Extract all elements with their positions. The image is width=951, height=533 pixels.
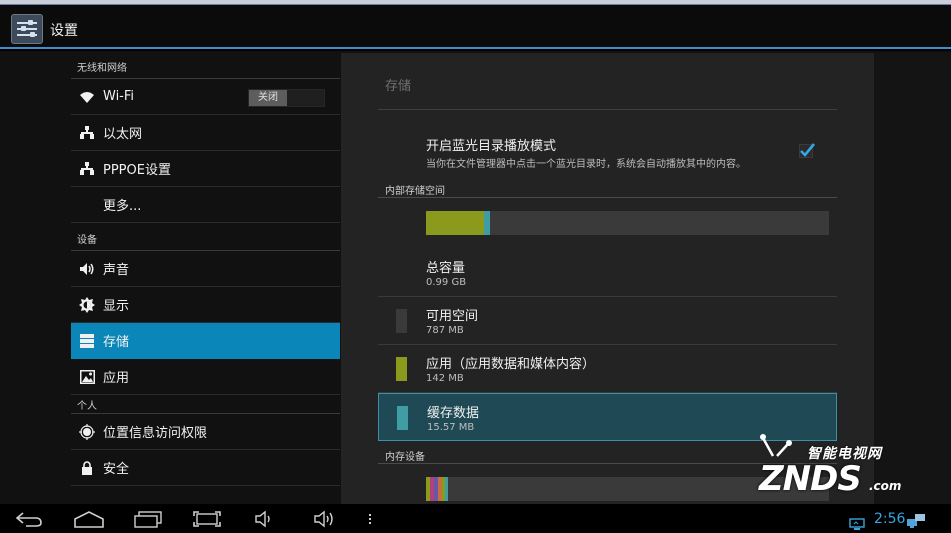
sidebar-item-label: Wi-Fi bbox=[103, 89, 135, 104]
sidebar-item-ethernet[interactable]: 以太网 bbox=[71, 115, 340, 151]
checkmark-icon bbox=[800, 143, 815, 157]
watermark-suffix: .com bbox=[869, 479, 902, 493]
toggle-state-label: 关闭 bbox=[249, 90, 287, 106]
stat-value: 0.99 GB bbox=[426, 277, 467, 288]
page-title: 存储 bbox=[385, 79, 412, 94]
wifi-icon bbox=[78, 88, 96, 106]
stat-title: 可用空间 bbox=[426, 309, 479, 324]
memory-device-header: 内存设备 bbox=[385, 452, 425, 463]
sidebar-item-label: PPPOE设置 bbox=[103, 163, 171, 178]
sidebar-item-label: 位置信息访问权限 bbox=[103, 426, 208, 441]
storage-row-apps[interactable]: 应用（应用数据和媒体内容） 142 MB bbox=[378, 345, 837, 393]
settings-sidebar: 无线和网络 Wi-Fi 关闭 以太网 PPPOE设置 更多... 设备 声音 显… bbox=[71, 51, 340, 504]
home-icon[interactable] bbox=[73, 510, 105, 528]
system-navigation-bar: 2:56 bbox=[0, 504, 951, 533]
storage-bar-apps-segment bbox=[426, 211, 484, 235]
wifi-toggle[interactable]: 关闭 bbox=[248, 89, 325, 107]
apps-icon bbox=[78, 368, 96, 386]
stat-title: 应用（应用数据和媒体内容） bbox=[426, 357, 596, 372]
sidebar-item-label: 存储 bbox=[103, 335, 130, 350]
sidebar-item-pppoe[interactable]: PPPOE设置 bbox=[71, 151, 340, 187]
storage-icon bbox=[78, 332, 96, 350]
sidebar-item-more[interactable]: 更多... bbox=[71, 187, 340, 223]
sidebar-item-location[interactable]: 位置信息访问权限 bbox=[71, 414, 340, 450]
znds-watermark: 智能电视网 ZNDS .com bbox=[737, 434, 912, 502]
stat-value: 15.57 MB bbox=[427, 422, 475, 433]
bluray-mode-title: 开启蓝光目录播放模式 bbox=[426, 139, 557, 154]
ethernet-icon bbox=[78, 160, 96, 178]
internal-storage-bar bbox=[426, 211, 829, 235]
bluray-mode-description: 当你在文件管理器中点击一个蓝光目录时，系统会自动播放其中的内容。 bbox=[426, 159, 746, 170]
sidebar-item-label: 以太网 bbox=[103, 127, 143, 142]
section-header-device: 设备 bbox=[71, 223, 340, 251]
stat-title: 缓存数据 bbox=[427, 406, 480, 421]
lock-icon bbox=[78, 459, 96, 477]
clock: 2:56 bbox=[874, 511, 906, 527]
sidebar-item-label: 声音 bbox=[103, 263, 130, 278]
sidebar-item-wifi[interactable]: Wi-Fi 关闭 bbox=[71, 79, 340, 115]
stat-value: 787 MB bbox=[426, 325, 464, 336]
app-title: 设置 bbox=[50, 23, 78, 39]
volume-up-icon[interactable] bbox=[313, 510, 339, 528]
internal-storage-header: 内部存储空间 bbox=[385, 186, 445, 197]
section-header-wireless: 无线和网络 bbox=[71, 51, 340, 79]
sidebar-item-display[interactable]: 显示 bbox=[71, 287, 340, 323]
volume-down-icon[interactable] bbox=[254, 510, 278, 528]
watermark-brand: ZNDS bbox=[759, 459, 862, 499]
sidebar-item-label: 显示 bbox=[103, 299, 130, 314]
network-icon bbox=[907, 514, 925, 528]
sidebar-item-label: 安全 bbox=[103, 462, 130, 477]
bluray-mode-checkbox[interactable] bbox=[799, 143, 815, 158]
action-bar: 设置 bbox=[0, 5, 951, 49]
section-header-personal: 个人 bbox=[71, 395, 340, 414]
settings-app-icon[interactable] bbox=[11, 14, 43, 44]
sidebar-item-apps[interactable]: 应用 bbox=[71, 359, 340, 395]
menu-overflow-icon[interactable] bbox=[366, 510, 374, 528]
brightness-icon bbox=[78, 296, 96, 314]
color-swatch bbox=[396, 357, 407, 381]
storage-bar-cache-segment bbox=[484, 211, 490, 235]
sidebar-item-storage[interactable]: 存储 bbox=[71, 323, 340, 359]
back-icon[interactable] bbox=[14, 510, 44, 528]
storage-row-available[interactable]: 可用空间 787 MB bbox=[378, 297, 837, 345]
color-swatch bbox=[396, 309, 407, 333]
sidebar-item-sound[interactable]: 声音 bbox=[71, 251, 340, 287]
storage-row-total: 总容量 0.99 GB bbox=[378, 249, 837, 297]
stat-value: 142 MB bbox=[426, 373, 464, 384]
ethernet-icon bbox=[78, 124, 96, 142]
screen-status-icon bbox=[849, 518, 865, 530]
recent-apps-icon[interactable] bbox=[133, 510, 163, 528]
color-swatch bbox=[397, 406, 408, 430]
volume-icon bbox=[78, 260, 96, 278]
location-icon bbox=[78, 423, 96, 441]
screenshot-icon[interactable] bbox=[192, 510, 222, 528]
sidebar-item-label: 应用 bbox=[103, 371, 130, 386]
bluray-mode-setting[interactable]: 开启蓝光目录播放模式 当你在文件管理器中点击一个蓝光目录时，系统会自动播放其中的… bbox=[378, 131, 837, 173]
sidebar-item-security[interactable]: 安全 bbox=[71, 450, 340, 486]
sidebar-item-label: 更多... bbox=[103, 199, 142, 214]
stat-title: 总容量 bbox=[426, 261, 466, 276]
